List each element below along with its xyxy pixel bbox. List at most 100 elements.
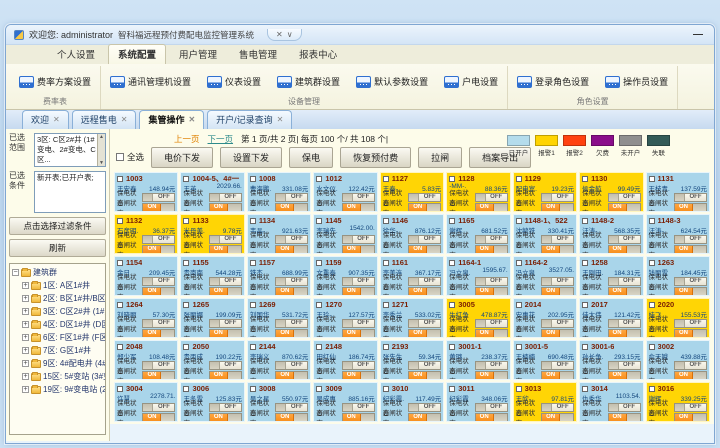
on-knob[interactable]: ON [143,204,161,211]
menu-item-4[interactable]: 售电管理 [230,45,286,64]
close-toggle[interactable]: ON [674,371,707,380]
meter-card[interactable]: 1263钱丽雪184.45元保电状态OFF合闸状态ON [646,256,710,296]
meter-card[interactable]: 1165谢辉681.52元保电状态OFF合闸状态ON [446,214,510,254]
ribbon-collapse-pill[interactable]: ✕ ∨ [267,29,302,41]
meter-card[interactable]: 3006王冬雪125.83元保电状态OFF合闸状态ON [180,382,244,422]
card-checkbox[interactable] [582,260,588,266]
meter-card[interactable]: 1131王枝青.137.59元保电状态OFF合闸状态ON [646,172,710,212]
close-toggle[interactable]: ON [674,413,707,422]
protect-toggle[interactable]: OFF [209,403,242,412]
off-knob[interactable]: OFF [418,362,440,369]
meter-card[interactable]: 1133米丹美.9.78元保电状态OFF合闸状态ON [180,214,244,254]
meter-card[interactable]: 1129配电室.19.23元保电状态OFF合闸状态ON [513,172,577,212]
protect-toggle[interactable]: OFF [674,319,707,328]
card-checkbox[interactable] [516,302,522,308]
protect-toggle[interactable]: OFF [541,361,574,370]
tree-item-7[interactable]: +9区: 4#配电井 (4#配... [12,357,105,370]
card-checkbox[interactable] [183,386,189,392]
tab-1[interactable]: 欢迎✕ [22,110,69,129]
meter-card[interactable]: 1154金日209.45元保电状态OFF合闸状态ON [114,256,178,296]
on-knob[interactable]: ON [210,204,228,211]
protect-toggle[interactable]: OFF [541,235,574,244]
ribbon-button-2-2[interactable]: 仪表设置 [204,73,264,90]
off-knob[interactable]: OFF [352,362,374,369]
off-knob[interactable]: OFF [219,278,241,285]
next-page-link[interactable]: 下一页 [208,133,234,145]
tree-item-6[interactable]: +7区: G区1#井 [12,344,105,357]
on-knob[interactable]: ON [609,330,627,337]
on-knob[interactable]: ON [409,330,427,337]
protect-toggle[interactable]: OFF [608,235,641,244]
protect-toggle[interactable]: OFF [209,361,242,370]
close-toggle[interactable]: ON [209,413,242,422]
off-knob[interactable]: OFF [485,320,507,327]
card-checkbox[interactable] [117,344,123,350]
protect-toggle[interactable]: OFF [209,277,242,286]
protect-toggle[interactable]: OFF [541,403,574,412]
close-toggle[interactable]: ON [275,413,308,422]
off-knob[interactable]: OFF [618,278,640,285]
minimize-button[interactable]: — [690,29,706,40]
close-toggle[interactable]: ON [608,329,641,338]
close-toggle[interactable]: ON [142,203,175,212]
off-knob[interactable]: OFF [418,278,440,285]
card-checkbox[interactable] [117,302,123,308]
off-knob[interactable]: OFF [219,404,241,411]
off-knob[interactable]: OFF [684,404,706,411]
meter-card[interactable]: 1130侯金航99.49元保电状态OFF合闸状态ON [579,172,643,212]
card-checkbox[interactable] [316,176,322,182]
close-toggle[interactable]: ON [475,245,508,254]
card-checkbox[interactable] [183,344,189,350]
protect-toggle[interactable]: OFF [475,193,508,202]
filter-select-button[interactable]: 点击选择过滤条件 [9,217,106,235]
card-checkbox[interactable] [516,218,522,224]
card-checkbox[interactable] [649,302,655,308]
off-knob[interactable]: OFF [152,278,174,285]
meter-card[interactable]: 3001-5王楠楠690.48元保电状态OFF合闸状态ON [513,340,577,380]
card-checkbox[interactable] [316,218,322,224]
protect-toggle[interactable]: OFF [408,319,441,328]
protect-toggle[interactable]: OFF [674,403,707,412]
protect-toggle[interactable]: OFF [342,193,375,202]
refresh-button[interactable]: 刷新 [9,239,106,257]
card-checkbox[interactable] [117,386,123,392]
on-knob[interactable]: ON [343,414,361,421]
on-knob[interactable]: ON [542,330,560,337]
off-knob[interactable]: OFF [219,362,241,369]
card-checkbox[interactable] [449,260,455,266]
on-knob[interactable]: ON [675,204,693,211]
card-checkbox[interactable] [516,176,522,182]
ribbon-button-2-3[interactable]: 建筑群设置 [274,73,343,90]
card-checkbox[interactable] [582,386,588,392]
meter-card[interactable]: 2148田红仙186.74元保电状态OFF合闸状态ON [313,340,377,380]
meter-card[interactable]: 2193张先生59.34元保电状态OFF合闸状态ON [380,340,444,380]
off-knob[interactable]: OFF [285,320,307,327]
close-toggle[interactable]: ON [408,287,441,296]
protect-toggle[interactable]: OFF [209,319,242,328]
card-checkbox[interactable] [649,260,655,266]
meter-card[interactable]: 3005牛红争478.87元保电状态OFF合闸状态ON [446,298,510,338]
meter-card[interactable]: 3008吴之星550.97元保电状态OFF合闸状态ON [247,382,311,422]
tree-item-2[interactable]: +2区: B区1#井/B区1#井 [12,292,105,305]
on-knob[interactable]: ON [609,414,627,421]
meter-card[interactable]: 3014仇秀华1103.54.保电状态OFF合闸状态ON [579,382,643,422]
close-toggle[interactable]: ON [541,245,574,254]
card-checkbox[interactable] [582,302,588,308]
close-toggle[interactable]: ON [408,329,441,338]
expand-icon[interactable]: + [22,347,29,354]
meter-card[interactable]: 1269刘国华531.72元保电状态OFF合闸状态ON [247,298,311,338]
select-all-checkbox[interactable]: 全选 [116,151,144,163]
protect-toggle[interactable]: OFF [408,403,441,412]
off-knob[interactable]: OFF [152,194,174,201]
off-knob[interactable]: OFF [152,320,174,327]
off-knob[interactable]: OFF [684,362,706,369]
meter-card[interactable]: 1145李瑞先.1542.00.保电状态OFF合闸状态ON [313,214,377,254]
card-checkbox[interactable] [183,302,189,308]
protect-toggle[interactable]: OFF [142,361,175,370]
protect-toggle[interactable]: OFF [408,361,441,370]
protect-toggle[interactable]: OFF [541,277,574,286]
action-button-3[interactable]: 保电 [289,147,333,168]
card-checkbox[interactable] [649,344,655,350]
close-toggle[interactable]: ON [408,203,441,212]
meter-card[interactable]: 3010纪彩霞.117.49元保电状态OFF合闸状态ON [380,382,444,422]
